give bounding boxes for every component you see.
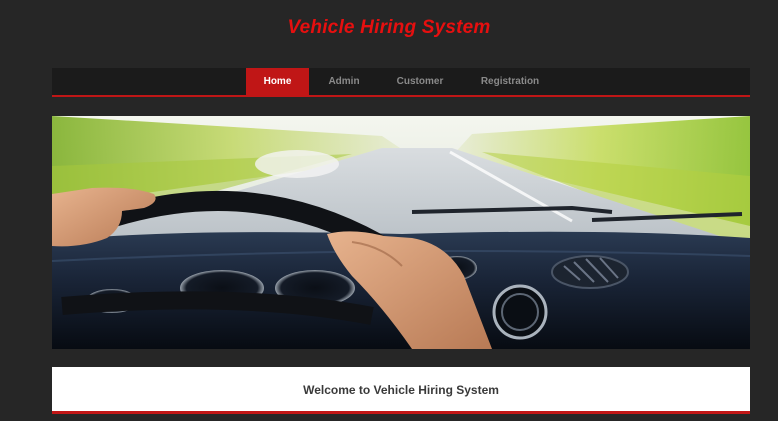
- nav-item-home[interactable]: Home: [246, 68, 309, 95]
- nav-item-registration[interactable]: Registration: [461, 68, 559, 95]
- site-title: Vehicle Hiring System: [287, 17, 491, 38]
- nav-item-customer[interactable]: Customer: [379, 68, 461, 95]
- welcome-heading: Welcome to Vehicle Hiring System: [303, 383, 499, 397]
- nav-list: Home Admin Customer Registration: [246, 68, 559, 95]
- nav-item-admin[interactable]: Admin: [309, 68, 379, 95]
- welcome-panel: Welcome to Vehicle Hiring System: [52, 367, 750, 414]
- banner-image: [52, 116, 750, 349]
- driving-scene-image: [52, 116, 750, 349]
- main-navbar: Home Admin Customer Registration: [52, 68, 750, 97]
